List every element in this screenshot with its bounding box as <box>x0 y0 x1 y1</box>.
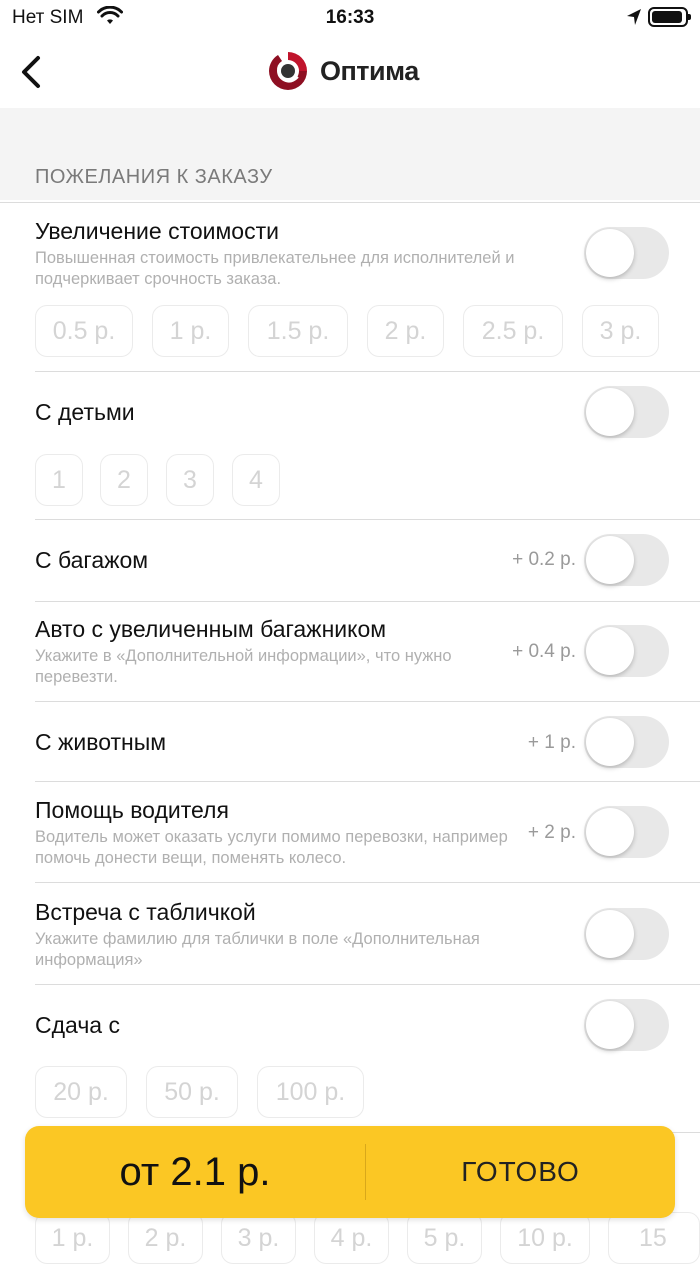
chip-extra[interactable]: 4 р. <box>314 1212 389 1264</box>
chip-increase[interactable]: 1 р. <box>152 305 229 357</box>
chip-extra[interactable]: 2 р. <box>128 1212 203 1264</box>
back-button[interactable] <box>14 50 54 94</box>
chip-increase[interactable]: 1.5 р. <box>248 305 348 357</box>
chip-increase[interactable]: 0.5 р. <box>35 305 133 357</box>
chip-change[interactable]: 100 р. <box>257 1066 364 1118</box>
row-title-sign-meet: Встреча с табличкой <box>35 899 256 925</box>
status-bar: Нет SIM 16:33 <box>0 0 700 36</box>
divider <box>35 601 700 602</box>
total-price-button[interactable]: от 2.1 р. <box>25 1126 365 1218</box>
chip-increase[interactable]: 3 р. <box>582 305 659 357</box>
chip-extra[interactable]: 10 р. <box>500 1212 590 1264</box>
chip-extra[interactable]: 3 р. <box>221 1212 296 1264</box>
toggle-knob <box>586 910 634 958</box>
nav-bar: Оптима <box>0 36 700 108</box>
toggle-luggage[interactable] <box>584 534 669 586</box>
row-title-animal: С животным <box>35 729 167 755</box>
toggle-sign-meet[interactable] <box>584 908 669 960</box>
chip-children[interactable]: 1 <box>35 454 83 506</box>
toggle-knob <box>586 388 634 436</box>
toggle-driver-help[interactable] <box>584 806 669 858</box>
location-arrow-icon <box>626 8 642 32</box>
toggle-change[interactable] <box>584 999 669 1051</box>
chip-increase[interactable]: 2 р. <box>367 305 444 357</box>
row-title-increase: Увеличение стоимости <box>35 218 279 244</box>
row-title-change: Сдача с <box>35 1012 120 1038</box>
divider <box>35 882 700 883</box>
divider <box>35 781 700 782</box>
brand: Оптима <box>266 48 419 94</box>
row-subtitle-big-trunk: Укажите в «Дополнительной информации», ч… <box>35 647 452 686</box>
brand-name: Оптима <box>320 55 419 86</box>
bottom-action-bar: от 2.1 р. ГОТОВО <box>25 1126 675 1218</box>
toggle-knob <box>586 1001 634 1049</box>
price-luggage: + 0.2 р. <box>512 549 576 570</box>
divider <box>0 202 700 203</box>
chip-extra[interactable]: 1 р. <box>35 1212 110 1264</box>
row-subtitle-increase: Повышенная стоимость привлекательнее для… <box>35 249 515 288</box>
row-subtitle-sign-meet: Укажите фамилию для таблички в поле «Доп… <box>35 930 480 969</box>
divider <box>35 701 700 702</box>
toggle-animal[interactable] <box>584 716 669 768</box>
toggle-children[interactable] <box>584 386 669 438</box>
price-big-trunk: + 0.4 р. <box>512 641 576 662</box>
toggle-big-trunk[interactable] <box>584 625 669 677</box>
toggle-knob <box>586 627 634 675</box>
row-title-driver-help: Помощь водителя <box>35 797 229 823</box>
chip-increase[interactable]: 2.5 р. <box>463 305 563 357</box>
divider <box>35 371 700 372</box>
chip-change[interactable]: 20 р. <box>35 1066 127 1118</box>
battery-icon <box>648 7 691 27</box>
divider <box>35 984 700 985</box>
toggle-increase[interactable] <box>584 227 669 279</box>
done-button[interactable]: ГОТОВО <box>366 1126 675 1218</box>
chip-extra[interactable]: 15 <box>608 1212 700 1264</box>
chip-extra[interactable]: 5 р. <box>407 1212 482 1264</box>
divider <box>35 519 700 520</box>
optima-logo-icon <box>268 51 308 91</box>
chip-children[interactable]: 3 <box>166 454 214 506</box>
chip-children[interactable]: 4 <box>232 454 280 506</box>
toggle-knob <box>586 536 634 584</box>
clock: 16:33 <box>325 7 375 28</box>
row-title-luggage: С багажом <box>35 547 149 573</box>
price-driver-help: + 2 р. <box>527 822 576 843</box>
chip-change[interactable]: 50 р. <box>146 1066 238 1118</box>
toggle-knob <box>586 808 634 856</box>
toggle-knob <box>586 718 634 766</box>
chevron-left-icon <box>22 56 40 88</box>
section-title: ПОЖЕЛАНИЯ К ЗАКАЗУ <box>35 166 273 188</box>
chip-children[interactable]: 2 <box>100 454 148 506</box>
price-animal: + 1 р. <box>527 732 576 753</box>
row-subtitle-driver-help: Водитель может оказать услуги помимо пер… <box>35 828 508 867</box>
row-title-big-trunk: Авто с увеличенным багажником <box>35 616 387 642</box>
toggle-knob <box>586 229 634 277</box>
row-title-children: С детьми <box>35 399 135 425</box>
